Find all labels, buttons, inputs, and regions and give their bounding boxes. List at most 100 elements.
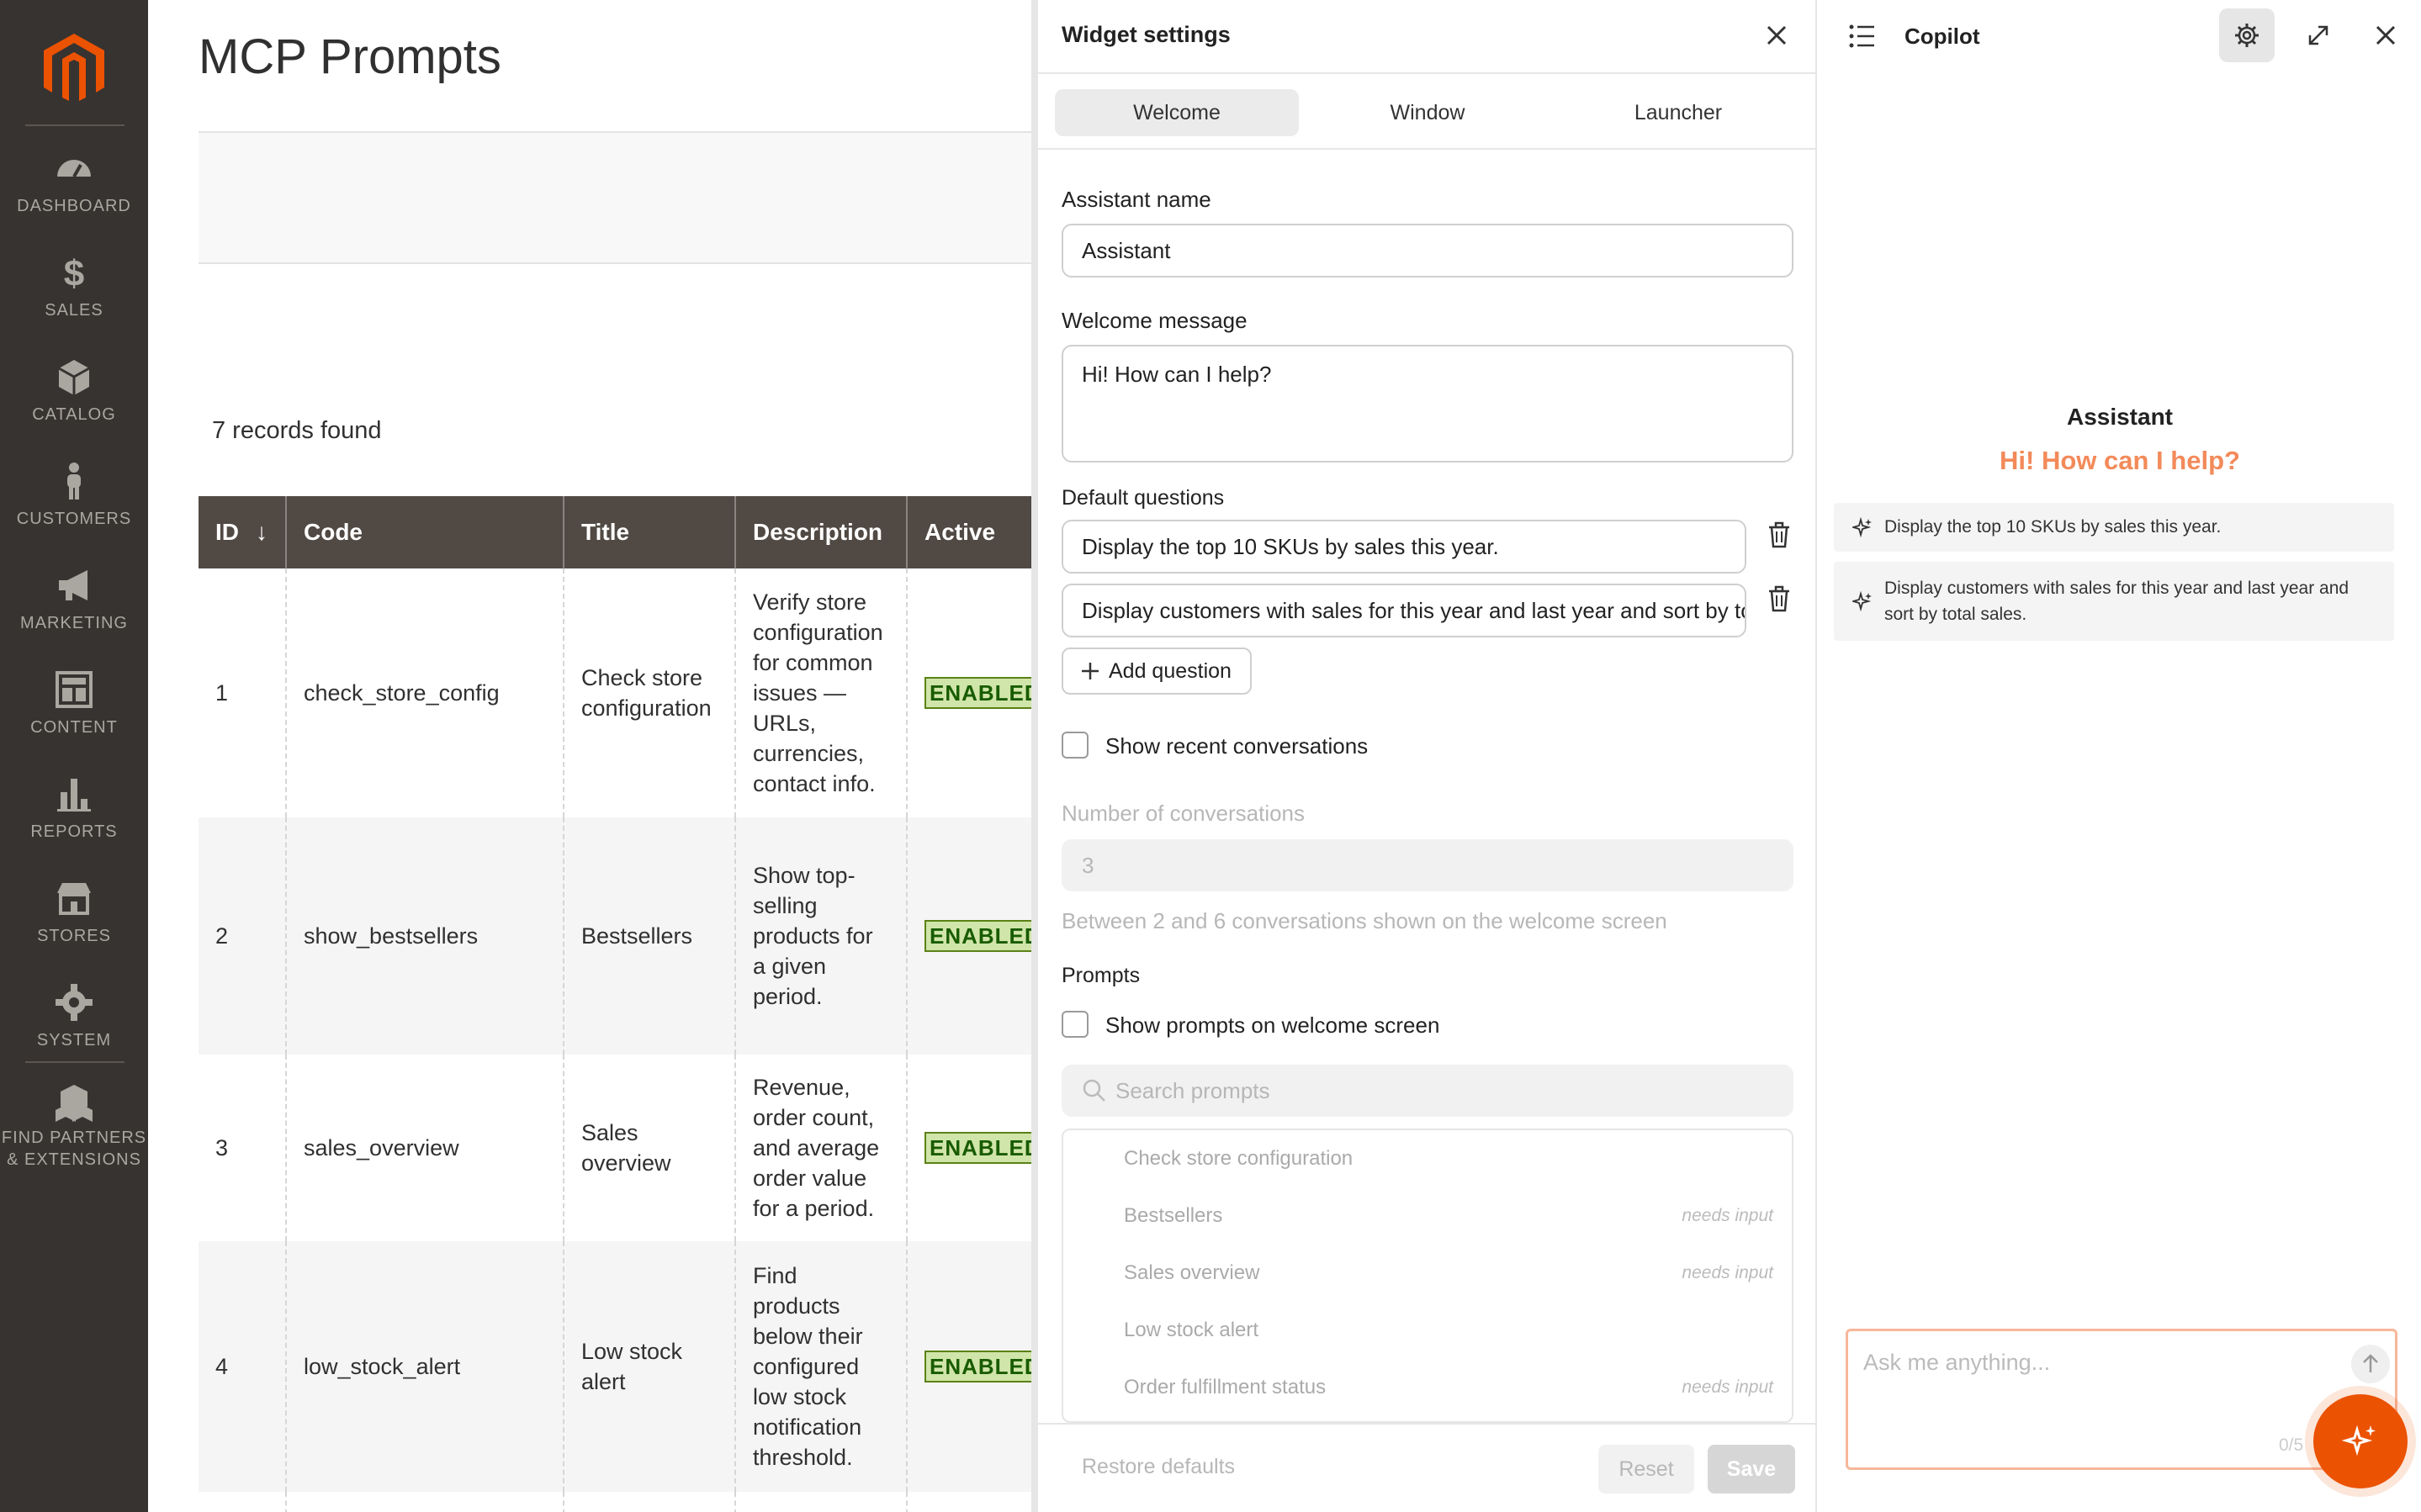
add-question-button[interactable]: Add question: [1062, 648, 1252, 695]
widget-settings-panel: Widget settings Welcome Window Launcher …: [1031, 0, 1815, 1512]
cell-description: Show top-selling products for a given pe…: [735, 817, 908, 1055]
nav-item-content[interactable]: CONTENT: [0, 669, 148, 762]
search-placeholder: Search prompts: [1115, 1078, 1270, 1103]
cell-id: 4: [199, 1241, 287, 1492]
table-row[interactable]: 2 show_bestsellers Bestsellers Show top-…: [199, 817, 1035, 1055]
column-header-title[interactable]: Title: [564, 496, 736, 568]
close-icon[interactable]: [2371, 20, 2401, 50]
magento-logo[interactable]: [37, 30, 111, 104]
search-icon: [1083, 1079, 1105, 1102]
show-recent-checkbox[interactable]: [1062, 732, 1089, 759]
search-prompts-input[interactable]: Search prompts: [1062, 1065, 1793, 1117]
divider: [1038, 148, 1815, 150]
nav-item-marketing[interactable]: MARKETING: [0, 565, 148, 658]
prompt-item[interactable]: Check store configuration: [1063, 1130, 1792, 1187]
welcome-message: Hi! How can I help?: [2000, 446, 2240, 475]
nav-item-find-partners[interactable]: FIND PARTNERS & EXTENSIONS: [0, 1083, 148, 1181]
show-prompts-checkbox[interactable]: [1062, 1011, 1089, 1038]
list-menu-icon[interactable]: [1847, 22, 1878, 50]
nav-item-catalog[interactable]: CATALOG: [0, 357, 148, 449]
box-icon: [58, 360, 90, 395]
num-conversations-input[interactable]: 3: [1062, 839, 1793, 891]
person-icon: [67, 463, 81, 500]
arrow-up-icon: [2363, 1354, 2378, 1372]
prompt-item[interactable]: Low stock alert: [1063, 1302, 1792, 1359]
tab-welcome[interactable]: Welcome: [1055, 89, 1299, 136]
megaphone-icon: [59, 570, 87, 600]
suggestion-chip[interactable]: Display customers with sales for this ye…: [1834, 562, 2394, 641]
status-badge: ENABLED: [924, 1132, 1035, 1164]
status-badge: ENABLED: [924, 920, 1035, 952]
nav-label-line2: & EXTENSIONS: [7, 1150, 141, 1169]
nav-item-customers[interactable]: CUSTOMERS: [0, 461, 148, 553]
send-button[interactable]: [2351, 1345, 2390, 1383]
restore-defaults-link[interactable]: Restore defaults: [1082, 1455, 1235, 1479]
prompt-name: Low stock alert: [1124, 1319, 1259, 1341]
nav-label: DASHBOARD: [17, 197, 131, 215]
trash-icon[interactable]: [1767, 585, 1792, 612]
tab-launcher[interactable]: Launcher: [1556, 89, 1800, 136]
cubes-icon: [56, 1085, 93, 1122]
suggestion-chip[interactable]: Display the top 10 SKUs by sales this ye…: [1834, 503, 2394, 552]
sparkle-icon: [1852, 591, 1872, 611]
table-row[interactable]: 3 sales_overview Sales overview Revenue,…: [199, 1055, 1035, 1241]
copilot-launcher-button[interactable]: [2313, 1394, 2408, 1488]
nav-label: FIND PARTNERS: [1, 1129, 147, 1147]
nav-item-dashboard[interactable]: DASHBOARD: [0, 148, 148, 241]
sparkle-icon: [1852, 517, 1872, 537]
nav-label: SALES: [45, 301, 103, 320]
table-row[interactable]: 1 check_store_config Check store configu…: [199, 568, 1035, 817]
cell-title: Check store configuration: [564, 568, 736, 817]
save-button[interactable]: Save: [1708, 1445, 1795, 1493]
add-question-label: Add question: [1109, 659, 1232, 683]
gear-icon: [56, 984, 93, 1021]
nav-item-reports[interactable]: REPORTS: [0, 774, 148, 866]
assistant-name-input[interactable]: [1062, 224, 1793, 278]
nav-item-stores[interactable]: STORES: [0, 878, 148, 970]
nav-label: CUSTOMERS: [16, 510, 132, 528]
nav-label: STORES: [37, 927, 111, 945]
copilot-title: Copilot: [1904, 24, 1980, 49]
character-counter: 0/5: [2279, 1435, 2304, 1455]
prompt-tag: needs input: [1682, 1206, 1773, 1225]
settings-button[interactable]: [2219, 8, 2275, 62]
assistant-name: Assistant: [2066, 404, 2174, 430]
sort-arrow-icon: ↓: [256, 519, 268, 545]
reset-button[interactable]: Reset: [1598, 1445, 1694, 1493]
close-icon[interactable]: [1761, 20, 1792, 50]
suggestion-text: Display the top 10 SKUs by sales this ye…: [1884, 517, 2222, 537]
prompt-name: Check store configuration: [1124, 1147, 1354, 1170]
page-title: MCP Prompts: [199, 29, 501, 84]
cell-description: Find products below their configured low…: [735, 1241, 908, 1492]
expand-icon[interactable]: [2303, 20, 2334, 50]
table-row[interactable]: [199, 1492, 1035, 1512]
nav-divider: [25, 124, 124, 126]
bar-chart-icon: [57, 779, 91, 812]
cell-title: Sales overview: [564, 1055, 736, 1241]
sparkle-icon: [2342, 1425, 2376, 1456]
question-input[interactable]: Display the top 10 SKUs by sales this ye…: [1062, 520, 1746, 574]
prompt-item[interactable]: Sales overview needs input: [1063, 1245, 1792, 1302]
nav-label: CONTENT: [30, 718, 118, 737]
column-header-code[interactable]: Code: [286, 496, 564, 568]
column-header-active[interactable]: Active: [907, 496, 1035, 568]
svg-text:$: $: [64, 253, 84, 293]
divider: [1038, 72, 1815, 74]
admin-sidebar: DASHBOARD $ SALES CATALOG CUSTOMERS MARK…: [0, 0, 148, 1512]
grid-header-row: ID ↓ Code Title Description Active: [199, 496, 1035, 568]
welcome-message-textarea[interactable]: Hi! How can I help?: [1062, 345, 1793, 463]
question-input[interactable]: Display customers with sales for this ye…: [1062, 584, 1746, 637]
tab-window[interactable]: Window: [1306, 89, 1550, 136]
prompt-item[interactable]: Bestsellers needs input: [1063, 1187, 1792, 1245]
cell-active: ENABLED: [907, 817, 1035, 1055]
trash-icon[interactable]: [1767, 521, 1792, 548]
nav-item-sales[interactable]: $ SALES: [0, 252, 148, 345]
column-header-id[interactable]: ID ↓: [199, 496, 287, 568]
column-header-description[interactable]: Description: [735, 496, 908, 568]
table-row[interactable]: 4 low_stock_alert Low stock alert Find p…: [199, 1241, 1035, 1492]
cell-id: 2: [199, 817, 287, 1055]
cell-code: show_bestsellers: [286, 817, 564, 1055]
prompt-item[interactable]: Order fulfillment status needs input: [1063, 1359, 1792, 1416]
storefront-icon: [57, 883, 91, 915]
default-questions-label: Default questions: [1062, 486, 1225, 510]
